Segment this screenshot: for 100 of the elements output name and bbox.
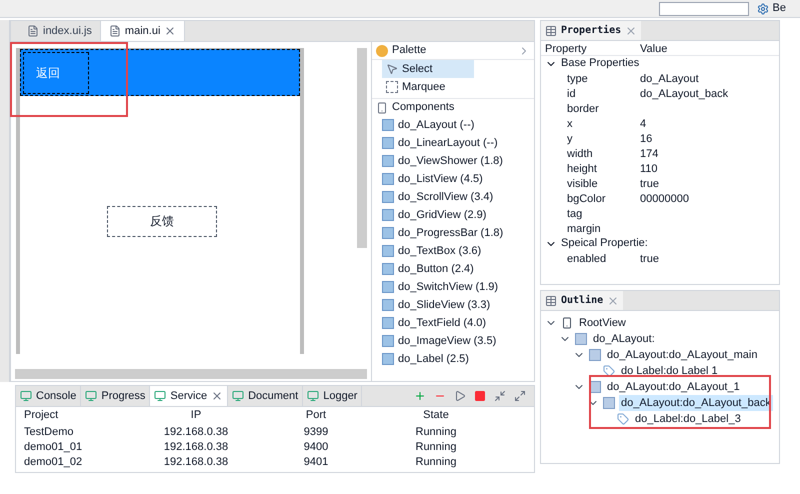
add-icon[interactable]	[414, 390, 426, 402]
palette-component[interactable]: do_SwitchView (1.9)	[382, 278, 534, 296]
tree-item[interactable]: do_ALayout:do_ALayout_main	[605, 346, 760, 364]
property-name: visible	[566, 177, 599, 192]
property-name: tag	[566, 207, 584, 222]
palette-component[interactable]: do_ScrollView (3.4)	[382, 188, 534, 206]
phone-icon	[561, 317, 573, 329]
tree-item[interactable]: do Label:do Label 1	[619, 362, 720, 380]
close-icon[interactable]	[625, 24, 638, 36]
palette-component[interactable]: do_ViewShower (1.8)	[382, 152, 534, 170]
component-icon	[382, 281, 394, 293]
property-name: bgColor	[566, 192, 607, 207]
property-name: id	[566, 87, 577, 102]
column-header: IP	[190, 408, 202, 424]
file-icon	[27, 25, 39, 37]
group-label: Speical Propertie:	[561, 236, 648, 252]
group-label: Base Properties	[561, 56, 640, 72]
monitor-icon	[20, 390, 32, 402]
palette-component[interactable]: do_ImageView (3.5)	[382, 332, 534, 350]
panel-tab[interactable]: Logger	[303, 386, 362, 406]
close-icon[interactable]	[164, 25, 176, 37]
palette-tool[interactable]: Marquee	[382, 78, 474, 96]
property-value[interactable]: true	[636, 176, 779, 192]
panel-tab[interactable]: Properties	[541, 21, 642, 40]
component-icon	[382, 173, 394, 185]
column-header: Value	[639, 42, 668, 57]
property-name: width	[566, 147, 594, 162]
table-cell-text: Running	[414, 440, 458, 455]
property-name: type	[566, 72, 589, 87]
tree-item[interactable]: do_ALayout:do_ALayout_1	[605, 378, 742, 396]
palette-tool[interactable]: Select	[382, 60, 474, 78]
close-icon[interactable]	[211, 390, 224, 402]
close-icon[interactable]	[607, 294, 620, 306]
tree-item[interactable]: do_Label:do_Label_3	[633, 410, 743, 428]
property-value[interactable]: 16	[636, 131, 779, 148]
component-icon	[382, 299, 394, 311]
table-cell-text: demo01_01	[23, 440, 84, 455]
tab[interactable]: main.ui	[100, 21, 186, 41]
table-cell-text: Running	[414, 425, 458, 440]
feedback-button[interactable]: 反馈	[107, 206, 217, 236]
column-header: Project	[23, 408, 60, 424]
panel-tab[interactable]: Console	[16, 386, 82, 406]
property-name: x	[566, 117, 574, 132]
table-cell-text: 9400	[302, 440, 330, 455]
table-cell-text: demo01_02	[23, 455, 84, 470]
component-icon	[382, 209, 394, 221]
property-value[interactable]: 110	[636, 161, 779, 178]
stop-icon[interactable]	[474, 390, 486, 402]
palette-component[interactable]: do_Button (2.4)	[382, 260, 534, 278]
palette-component[interactable]: do_TextBox (3.6)	[382, 242, 534, 260]
monitor-icon	[85, 390, 98, 402]
tree-item[interactable]: do_ALayout:do_ALayout_back	[619, 394, 773, 412]
layout-icon	[589, 349, 601, 361]
property-value[interactable]: 4	[636, 116, 779, 132]
column-header: Property	[544, 42, 588, 57]
layout-icon	[603, 397, 615, 409]
tree-item[interactable]: do_ALayout:	[591, 330, 657, 348]
table-icon	[545, 294, 557, 306]
palette-component[interactable]: do_TextField (4.0)	[382, 314, 534, 332]
component-icon	[382, 245, 394, 257]
table-cell-text: 9399	[302, 425, 330, 440]
property-value[interactable]: 174	[636, 146, 779, 162]
tree-item[interactable]: RootView	[577, 314, 628, 332]
palette-component[interactable]: do_ListView (4.5)	[382, 170, 534, 188]
table-cell-text: 9401	[302, 455, 330, 470]
table-cell-text: 192.168.0.38	[162, 440, 230, 455]
component-icon	[382, 137, 394, 149]
component-icon	[382, 263, 394, 275]
play-icon[interactable]	[454, 390, 466, 402]
quick-access-field[interactable]	[658, 2, 749, 16]
panel-tab[interactable]: Outline	[541, 291, 624, 310]
phone-icon	[376, 102, 388, 114]
palette-component[interactable]: do_LinearLayout (--)	[382, 134, 534, 152]
property-value[interactable]: do_ALayout	[636, 71, 779, 88]
monitor-icon	[232, 390, 244, 402]
pointer-icon	[386, 63, 398, 75]
maximize-icon[interactable]	[514, 390, 526, 402]
property-value[interactable]: do_ALayout_back	[636, 86, 779, 102]
table-cell-text: 192.168.0.38	[162, 455, 230, 470]
property-value[interactable]: 00000000	[636, 191, 779, 208]
palette-component[interactable]: do_Label (2.5)	[382, 350, 534, 368]
palette-icon	[376, 44, 388, 56]
palette-component[interactable]: do_ALayout (--)	[382, 116, 534, 134]
layout-icon	[575, 333, 587, 345]
property-name: y	[566, 132, 574, 147]
property-name: margin	[566, 222, 602, 237]
property-name: enabled	[566, 252, 608, 267]
panel-tab[interactable]: Service	[150, 386, 228, 406]
monitor-icon	[154, 390, 166, 402]
back-label[interactable]: 返回	[23, 52, 89, 94]
component-icon	[382, 353, 394, 365]
gear-icon	[756, 2, 769, 14]
palette-component[interactable]: do_ProgressBar (1.8)	[382, 224, 534, 242]
palette-component[interactable]: do_GridView (2.9)	[382, 206, 534, 224]
panel-tab[interactable]: Document	[228, 386, 304, 406]
property-name: border	[566, 102, 600, 117]
palette-component[interactable]: do_SlideView (3.3)	[382, 296, 534, 314]
property-value[interactable]: true	[636, 251, 779, 268]
perspective-button[interactable]: Be	[756, 0, 796, 17]
minimize-icon[interactable]	[494, 390, 506, 402]
